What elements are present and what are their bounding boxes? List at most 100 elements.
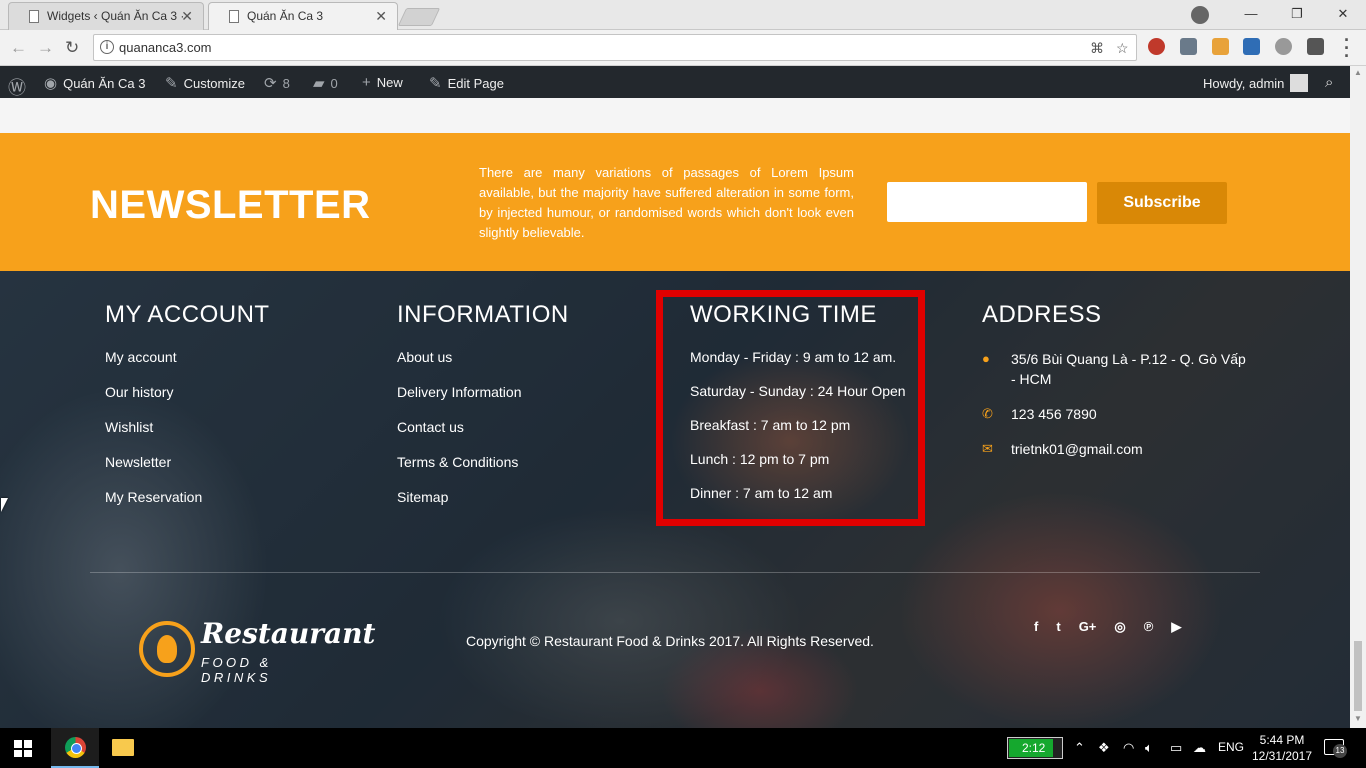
restaurant-logo[interactable]: Restaurant FOOD & DRINKS xyxy=(139,617,375,685)
plus-icon: + xyxy=(362,74,371,91)
info-icon[interactable]: i xyxy=(100,40,114,54)
profile-icon[interactable] xyxy=(1191,6,1209,24)
footer-link-delivery[interactable]: Delivery Information xyxy=(397,384,569,419)
footer-link-sitemap[interactable]: Sitemap xyxy=(397,489,569,524)
footer-link-my-account[interactable]: My account xyxy=(105,349,270,384)
notification-count: 13 xyxy=(1333,744,1347,758)
minimize-button[interactable]: — xyxy=(1228,0,1274,30)
close-window-button[interactable]: ✕ xyxy=(1320,0,1366,30)
logo-tagline: FOOD & DRINKS xyxy=(201,655,272,685)
scroll-up-icon[interactable]: ▲ xyxy=(1354,68,1362,77)
instagram-icon[interactable]: ◎ xyxy=(1114,619,1125,635)
hours-dinner: Dinner : 7 am to 12 am xyxy=(690,485,833,501)
onedrive-icon[interactable]: ☁ xyxy=(1193,740,1206,756)
address-email[interactable]: trietnk01@gmail.com xyxy=(1011,439,1143,459)
account-menu[interactable]: Howdy, admin xyxy=(1203,74,1309,92)
mouse-cursor xyxy=(1,498,8,512)
map-pin-icon: ● xyxy=(982,351,990,366)
forward-icon[interactable]: → xyxy=(37,38,54,58)
extension-icon[interactable] xyxy=(1275,38,1292,55)
page-content: NEWSLETTER There are many variations of … xyxy=(0,98,1350,728)
extension-icon[interactable] xyxy=(1212,38,1229,55)
twitter-icon[interactable]: t xyxy=(1056,619,1060,635)
tab-strip: Widgets ‹ Quán Ăn Ca 3 · ✕ Quán Ăn Ca 3 … xyxy=(0,0,1366,30)
chevron-up-icon[interactable]: ⌃ xyxy=(1074,740,1085,756)
translate-icon[interactable]: ⌘ xyxy=(1090,40,1104,57)
close-tab-icon[interactable]: ✕ xyxy=(375,8,387,25)
tab-quan-an-ca-3[interactable]: Quán Ăn Ca 3 ✕ xyxy=(208,2,398,30)
pinterest-icon[interactable]: ℗ xyxy=(1144,619,1154,635)
new-content-link[interactable]: + New xyxy=(362,74,403,91)
wordpress-logo-icon[interactable]: Ⓦ xyxy=(8,74,26,100)
scrollbar-thumb[interactable] xyxy=(1354,641,1362,711)
cast-icon[interactable] xyxy=(1307,38,1324,55)
battery-widget[interactable]: 2:12 xyxy=(1007,737,1063,759)
fork-spoon-icon xyxy=(139,621,195,677)
address-title: ADDRESS xyxy=(982,301,1102,328)
maximize-button[interactable]: ❐ xyxy=(1274,0,1320,30)
avatar xyxy=(1290,74,1309,92)
address-phone[interactable]: 123 456 7890 xyxy=(1011,404,1097,424)
google-plus-icon[interactable]: G+ xyxy=(1079,619,1097,635)
youtube-icon[interactable]: ▶ xyxy=(1171,619,1181,635)
close-tab-icon[interactable]: ✕ xyxy=(181,8,193,25)
page-scrollbar[interactable]: ▲ ▼ xyxy=(1350,66,1366,728)
new-tab-button[interactable] xyxy=(397,8,441,26)
extension-icon[interactable] xyxy=(1148,38,1165,55)
search-icon[interactable]: ⌕ xyxy=(1325,74,1333,91)
extension-icon[interactable] xyxy=(1243,38,1260,55)
address-email-row: ✉ trietnk01@gmail.com xyxy=(982,439,1252,459)
color-picker-icon[interactable] xyxy=(1180,38,1197,55)
taskbar-chrome[interactable] xyxy=(51,728,99,768)
footer-link-wishlist[interactable]: Wishlist xyxy=(105,419,270,454)
menu-icon[interactable]: · · · xyxy=(1344,31,1350,65)
scroll-down-icon[interactable]: ▼ xyxy=(1354,714,1362,723)
information-column: INFORMATION About us Delivery Informatio… xyxy=(397,301,569,524)
content-strip xyxy=(0,98,1350,133)
footer-link-our-history[interactable]: Our history xyxy=(105,384,270,419)
working-time-title: WORKING TIME xyxy=(690,301,877,328)
windows-start-icon[interactable] xyxy=(14,740,32,757)
hours-lunch: Lunch : 12 pm to 7 pm xyxy=(690,451,830,467)
dashboard-icon: ◉ xyxy=(44,75,58,92)
copyright-text: Copyright © Restaurant Food & Drinks 201… xyxy=(466,633,874,649)
address-phone-row: ✆ 123 456 7890 xyxy=(982,404,1252,424)
clock-date: 12/31/2017 xyxy=(1251,749,1313,763)
tab-title: Widgets ‹ Quán Ăn Ca 3 · xyxy=(47,9,185,23)
battery-time: 2:12 xyxy=(1022,741,1046,755)
volume-icon[interactable]: 🔈︎ xyxy=(1145,740,1153,756)
taskbar-file-explorer[interactable] xyxy=(99,728,147,768)
site-footer: MY ACCOUNT My account Our history Wishli… xyxy=(0,271,1350,728)
brush-icon: ✎ xyxy=(165,75,178,92)
phone-icon: ✆ xyxy=(982,406,993,421)
envelope-icon: ✉ xyxy=(982,441,993,456)
footer-link-my-reservation[interactable]: My Reservation xyxy=(105,489,270,524)
footer-link-about-us[interactable]: About us xyxy=(397,349,569,384)
subscribe-button[interactable]: Subscribe xyxy=(1097,182,1227,224)
reload-icon[interactable]: ↻ xyxy=(65,38,79,58)
edit-page-link[interactable]: ✎ Edit Page xyxy=(429,74,504,92)
footer-link-contact-us[interactable]: Contact us xyxy=(397,419,569,454)
battery-icon[interactable]: ▭ xyxy=(1170,740,1182,756)
tab-widgets[interactable]: Widgets ‹ Quán Ăn Ca 3 · ✕ xyxy=(8,2,204,30)
wifi-icon[interactable]: ◠ xyxy=(1123,740,1134,756)
facebook-icon[interactable]: f xyxy=(1034,619,1038,635)
bookmark-star-icon[interactable]: ☆ xyxy=(1116,40,1129,57)
address-bar[interactable]: i quananca3.com ⌘ ☆ xyxy=(93,34,1137,61)
newsletter-email-input[interactable] xyxy=(887,182,1087,222)
language-indicator[interactable]: ENG xyxy=(1218,740,1244,754)
my-account-column: MY ACCOUNT My account Our history Wishli… xyxy=(105,301,270,524)
site-name-link[interactable]: ◉ Quán Ăn Ca 3 xyxy=(44,74,145,92)
hours-weekday: Monday - Friday : 9 am to 12 am. xyxy=(690,349,897,365)
notification-center-icon[interactable]: 13 xyxy=(1324,739,1347,758)
updates-link[interactable]: ⟳ 8 xyxy=(264,74,290,92)
footer-link-newsletter[interactable]: Newsletter xyxy=(105,454,270,489)
back-icon[interactable]: ← xyxy=(10,38,27,58)
address-street: 35/6 Bùi Quang Là - P.12 - Q. Gò Vấp - H… xyxy=(1011,351,1246,387)
my-account-title: MY ACCOUNT xyxy=(105,301,270,328)
dropbox-icon[interactable]: ❖ xyxy=(1098,740,1110,756)
footer-link-terms[interactable]: Terms & Conditions xyxy=(397,454,569,489)
comments-link[interactable]: ▰ 0 xyxy=(313,74,338,92)
clock[interactable]: 5:44 PM 12/31/2017 xyxy=(1251,732,1313,764)
customize-link[interactable]: ✎ Customize xyxy=(165,74,245,92)
